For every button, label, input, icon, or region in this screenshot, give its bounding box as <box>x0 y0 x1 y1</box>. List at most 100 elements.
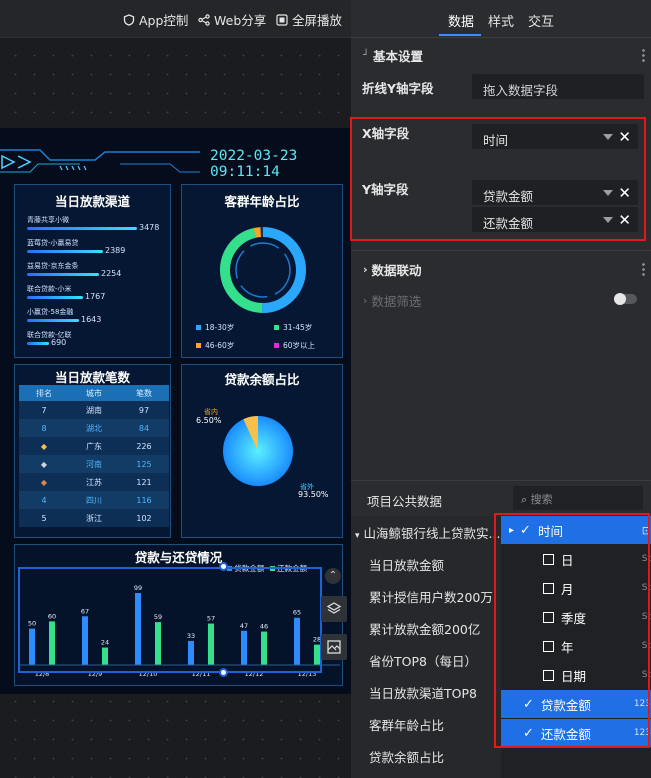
table-cell: ◆ <box>19 473 69 491</box>
basic-settings-header[interactable]: ┘ 基本设置 <box>363 46 423 65</box>
channel-item-bar <box>27 342 49 345</box>
balance-inner-value: 6.50% <box>196 416 222 425</box>
line-y-field-label: 折线Y轴字段 <box>362 81 434 96</box>
tab-data[interactable]: 数据 <box>448 11 474 30</box>
table-cell: 116 <box>119 491 169 509</box>
y-field-label: Y轴字段 <box>362 182 409 197</box>
dashboard-preview[interactable]: 2022-03-23 09:11:14 当日放款渠道 青藤共享小微 3478 蓝莓贷… <box>0 128 351 694</box>
table-cell: 8 <box>19 419 69 437</box>
x-field-value: 时间 <box>483 133 509 148</box>
legend-swatch <box>196 325 201 330</box>
caret-down-icon[interactable] <box>603 217 613 223</box>
channel-item-value: 3478 <box>139 223 160 232</box>
resize-handle-bottom[interactable] <box>219 668 228 677</box>
table-cell: 125 <box>119 455 169 473</box>
table-cell: 广东 <box>69 437 119 455</box>
table-cell: 4 <box>19 491 69 509</box>
age-panel-title: 客群年龄占比 <box>224 194 300 209</box>
share-icon <box>198 13 210 26</box>
datasource-item[interactable]: 累计放款金额200亿 <box>369 619 480 638</box>
table-cell: 226 <box>119 437 169 455</box>
chevron-up-icon: ⌃ <box>328 570 338 581</box>
datasource-item[interactable]: 当日放款渠道TOP8 <box>369 683 477 702</box>
resize-handle-top[interactable] <box>219 562 228 571</box>
age-legend-label: 60岁以上 <box>283 341 316 350</box>
y-field-chip-loan[interactable]: 贷款金额 ✕ <box>472 180 638 205</box>
channel-item-value: 1767 <box>85 292 106 301</box>
age-panel: 客群年龄占比 18-30岁 31-45岁 46-60岁 60岁以上 <box>181 184 343 358</box>
medal-icon: ◆ <box>40 459 48 469</box>
data-filter-toggle[interactable] <box>614 293 637 305</box>
age-legend-label: 46-60岁 <box>205 341 235 350</box>
age-legend-label: 31-45岁 <box>283 323 313 332</box>
web-share-label: Web分享 <box>214 13 267 28</box>
collapse-up-button[interactable]: ⌃ <box>325 568 341 584</box>
age-legend-item: 60岁以上 <box>274 340 315 351</box>
channel-item-value: 2389 <box>105 246 126 255</box>
age-legend-label: 18-30岁 <box>205 323 235 332</box>
datasource-item[interactable]: 累计授信用户数200万 <box>369 587 493 606</box>
x-field-chip[interactable]: 时间 ✕ <box>472 124 638 149</box>
field-search-input[interactable]: ⌕ 搜索 <box>513 486 643 510</box>
data-filter-header[interactable]: › 数据筛选 <box>363 291 421 310</box>
tab-style[interactable]: 样式 <box>488 11 514 30</box>
close-icon[interactable]: ✕ <box>618 128 631 146</box>
count-panel-title: 当日放款笔数 <box>54 370 130 385</box>
close-icon[interactable]: ✕ <box>618 211 631 229</box>
balance-panel-title: 贷款余额占比 <box>224 372 300 387</box>
table-row: ◆ 河南 125 <box>19 455 169 473</box>
selection-frame[interactable] <box>18 567 322 673</box>
data-link-header[interactable]: › 数据联动 <box>363 260 422 279</box>
table-cell: 5 <box>19 509 69 527</box>
basic-settings-label: 基本设置 <box>373 49 424 64</box>
web-share-button[interactable]: Web分享 <box>198 10 266 29</box>
fullscreen-label: 全屏播放 <box>292 13 343 28</box>
active-tab-indicator <box>439 34 481 36</box>
channel-panel-title: 当日放款渠道 <box>54 194 130 209</box>
datasource-item[interactable]: 省份TOP8（每日） <box>369 651 477 670</box>
legend-swatch <box>274 325 279 330</box>
table-cell: 102 <box>119 509 169 527</box>
close-icon[interactable]: ✕ <box>618 184 631 202</box>
tab-interaction[interactable]: 交互 <box>528 11 554 30</box>
caret-down-icon[interactable] <box>603 190 613 196</box>
city-count-table: 排名 城市 笔数 7 湖南 97 8 湖北 84 ◆ 广东 226 ◆ 河南 125 ◆ 江苏 121 4 四川 11… <box>19 385 169 527</box>
data-filter-label: 数据筛选 <box>371 294 422 309</box>
app-control-button[interactable]: App控制 <box>123 10 188 29</box>
y-field-value-repay: 还款金额 <box>483 216 534 231</box>
medal-icon: ◆ <box>40 477 48 487</box>
medal-icon: ◆ <box>40 441 48 451</box>
app-control-label: App控制 <box>139 13 189 28</box>
fullscreen-button[interactable]: 全屏播放 <box>276 10 342 29</box>
datasource-group-label: 山海鲸银行线上贷款实... <box>363 526 501 541</box>
table-row: 7 湖南 97 <box>19 401 169 419</box>
channel-item-label: 益易贷-京东金条 <box>27 262 79 270</box>
table-cell: 浙江 <box>69 509 119 527</box>
table-header-cell[interactable]: 笔数 <box>119 385 169 401</box>
layers-button[interactable] <box>321 596 347 622</box>
shield-icon <box>123 13 135 26</box>
table-header-cell[interactable]: 城市 <box>69 385 119 401</box>
datasource-group[interactable]: ▾ 山海鲸银行线上贷款实... <box>355 523 501 542</box>
more-icon[interactable] <box>642 262 645 276</box>
y-field-value-loan: 贷款金额 <box>483 189 534 204</box>
age-donut-chart <box>220 227 306 313</box>
more-icon[interactable] <box>642 48 645 62</box>
datasource-item[interactable]: 客群年龄占比 <box>369 715 444 734</box>
table-row: 8 湖北 84 <box>19 419 169 437</box>
table-header-cell[interactable]: 排名 <box>19 385 69 401</box>
datasource-header: 项目公共数据 <box>367 494 443 509</box>
table-cell: 97 <box>119 401 169 419</box>
table-cell: 7 <box>19 401 69 419</box>
y-field-chip-repay[interactable]: 还款金额 ✕ <box>472 207 638 232</box>
datasource-item[interactable]: 贷款余额占比 <box>369 747 444 766</box>
table-row: ◆ 广东 226 <box>19 437 169 455</box>
line-y-field-dropzone[interactable]: 拖入数据字段 <box>472 74 644 99</box>
table-row: 5 浙江 102 <box>19 509 169 527</box>
datasource-item[interactable]: 当日放款金额 <box>369 555 444 574</box>
image-button[interactable] <box>321 634 347 660</box>
search-icon: ⌕ <box>521 493 528 506</box>
age-legend-item: 18-30岁 <box>196 322 234 333</box>
caret-down-icon[interactable] <box>603 134 613 140</box>
x-field-label: X轴字段 <box>362 126 410 141</box>
